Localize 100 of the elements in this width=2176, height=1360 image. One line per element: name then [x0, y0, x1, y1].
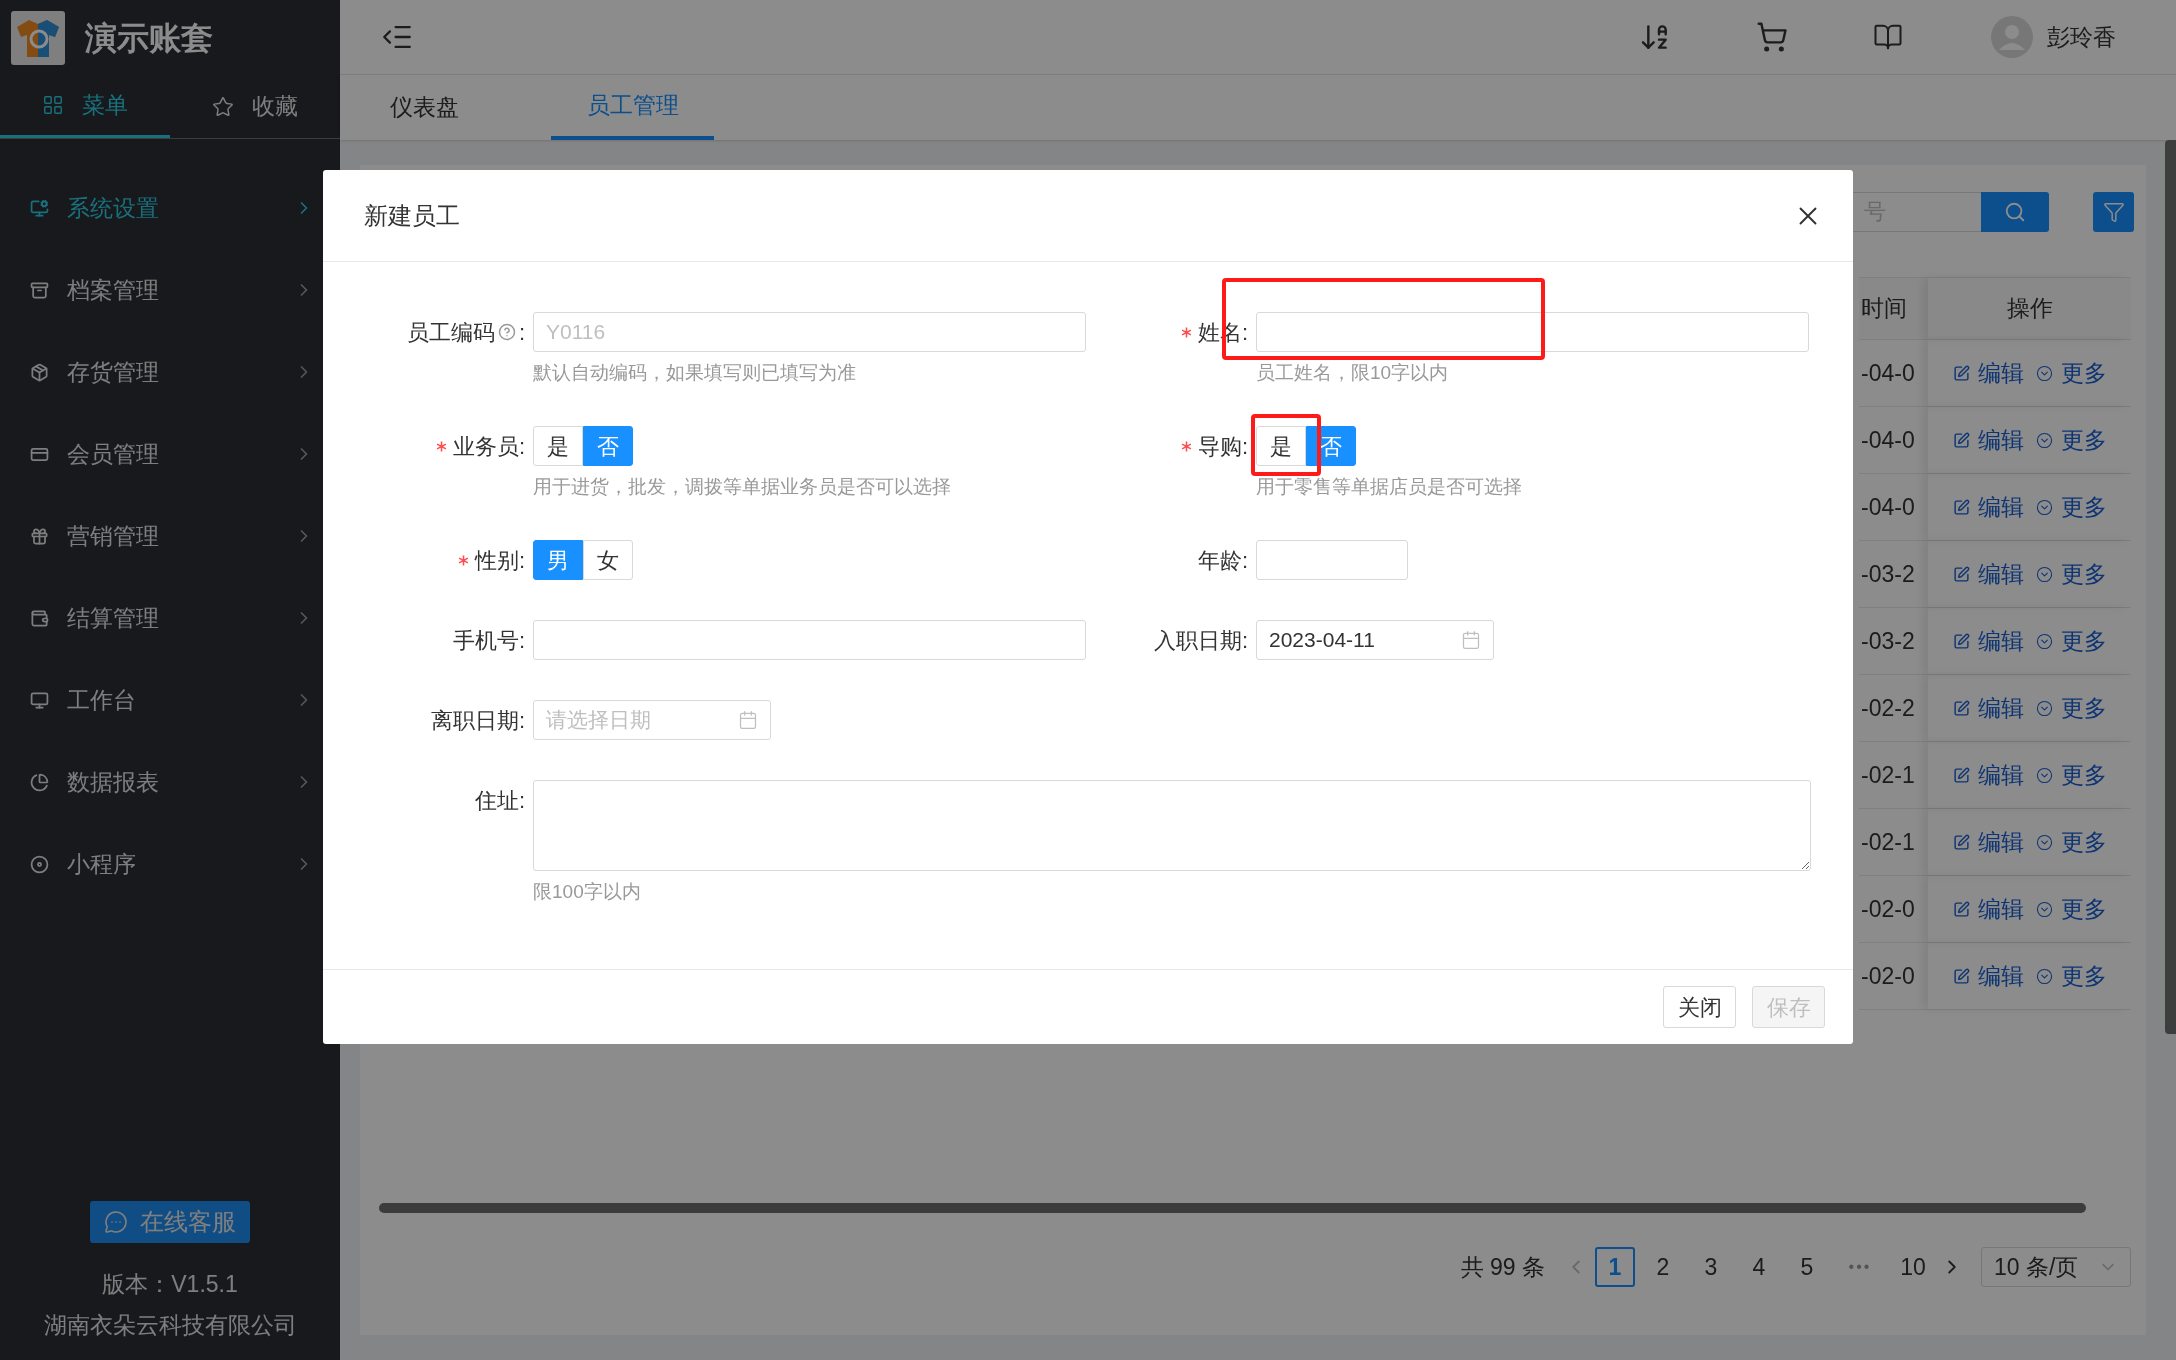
edit-icon: [1952, 766, 1970, 784]
sidebar-item[interactable]: 结算管理: [0, 577, 340, 659]
chevron-down-icon: [2035, 833, 2053, 851]
edit-link[interactable]: 编辑: [1952, 824, 2024, 860]
sidebar-item[interactable]: 工作台: [0, 659, 340, 741]
sidebar-item[interactable]: 档案管理: [0, 249, 340, 331]
sidebar-item[interactable]: 小程序: [0, 823, 340, 905]
edit-icon: [1952, 699, 1970, 717]
edit-link[interactable]: 编辑: [1952, 556, 2024, 592]
edit-icon: [1952, 431, 1970, 449]
sidebar-item[interactable]: 营销管理: [0, 495, 340, 577]
menu-item-icon: [30, 198, 49, 218]
sidebar-item[interactable]: 存货管理: [0, 331, 340, 413]
date-field[interactable]: 请选择日期: [533, 700, 771, 740]
address-field[interactable]: [533, 780, 1811, 871]
more-link[interactable]: 更多: [2035, 623, 2107, 659]
sidebar-item[interactable]: 会员管理: [0, 413, 340, 495]
text-field[interactable]: [1256, 312, 1809, 352]
toggle-option[interactable]: 是: [533, 426, 583, 466]
more-link[interactable]: 更多: [2035, 556, 2107, 592]
edit-icon: [1952, 632, 1970, 650]
annotation-frame: [1251, 414, 1321, 476]
edit-link[interactable]: 编辑: [1952, 757, 2024, 793]
menu-item-icon: [30, 362, 49, 382]
edit-icon: [1952, 498, 1970, 516]
more-link[interactable]: 更多: [2035, 422, 2107, 458]
more-link[interactable]: 更多: [2035, 489, 2107, 525]
page-number[interactable]: 4: [1739, 1247, 1779, 1287]
toggle-option[interactable]: 男: [533, 540, 583, 580]
text-field[interactable]: [533, 620, 1086, 660]
sidebar-item[interactable]: 数据报表: [0, 741, 340, 823]
page-tab[interactable]: 员工管理: [551, 75, 714, 140]
field-hint: 用于进货，批发，调拨等单据业务员是否可以选择: [533, 475, 951, 499]
page-number[interactable]: 2: [1643, 1247, 1683, 1287]
chat-icon: [104, 1210, 128, 1234]
age-field[interactable]: [1256, 540, 1408, 580]
field-label: 手机号:: [452, 626, 525, 655]
toggle-option[interactable]: 女: [583, 540, 633, 580]
page-ellipsis[interactable]: •••: [1835, 1255, 1885, 1279]
grid-icon: [42, 94, 64, 116]
edit-link[interactable]: 编辑: [1952, 422, 2024, 458]
toggle-option[interactable]: 是: [1256, 426, 1306, 466]
edit-link[interactable]: 编辑: [1952, 489, 2024, 525]
edit-link[interactable]: 编辑: [1952, 891, 2024, 927]
page-number[interactable]: 5: [1787, 1247, 1827, 1287]
toggle-option[interactable]: 否: [583, 426, 633, 466]
more-link[interactable]: 更多: [2035, 958, 2107, 994]
edit-icon: [1952, 900, 1970, 918]
table-cell-text: -04-0: [1860, 492, 1916, 522]
table-cell-text: -02-0: [1860, 894, 1916, 924]
star-icon: [212, 95, 234, 118]
chevron-down-icon: [2035, 900, 2053, 918]
page-number[interactable]: 10: [1893, 1247, 1933, 1287]
sidebar-item[interactable]: 系统设置: [0, 167, 340, 249]
sidebar-tab[interactable]: 收藏: [170, 75, 340, 138]
more-link[interactable]: 更多: [2035, 690, 2107, 726]
sidebar-tab[interactable]: 菜单: [0, 75, 170, 138]
field-hint: 限100字以内: [533, 880, 641, 904]
chevron-down-icon: [2035, 632, 2053, 650]
edit-link[interactable]: 编辑: [1952, 355, 2024, 391]
app-title: 演示账套: [85, 18, 213, 58]
filter-button[interactable]: [2093, 192, 2134, 232]
text-field[interactable]: Y0116: [533, 312, 1086, 352]
chevron-down-icon: [2035, 565, 2053, 583]
table-cell-text: -03-2: [1860, 559, 1916, 589]
menu-item-icon: [30, 280, 49, 300]
close-button[interactable]: 关闭: [1663, 986, 1736, 1028]
user-name[interactable]: 彭玲香: [2047, 19, 2116, 55]
search-button[interactable]: [1981, 192, 2049, 232]
more-link[interactable]: 更多: [2035, 355, 2107, 391]
edit-link[interactable]: 编辑: [1952, 958, 2024, 994]
field-label: 导购:: [1197, 432, 1248, 461]
table-cell-text: -04-0: [1860, 358, 1916, 388]
edit-link[interactable]: 编辑: [1952, 623, 2024, 659]
menu-item-icon: [30, 690, 49, 710]
column-header: 时间: [1860, 294, 1908, 324]
page-tab[interactable]: 仪表盘: [343, 75, 506, 140]
page-number[interactable]: 3: [1691, 1247, 1731, 1287]
table-cell-text: -02-1: [1860, 827, 1916, 857]
cart-icon[interactable]: [1756, 21, 1788, 53]
edit-link[interactable]: 编辑: [1952, 690, 2024, 726]
table-cell-text: -04-0: [1860, 425, 1916, 455]
chevron-down-icon: [2035, 498, 2053, 516]
more-link[interactable]: 更多: [2035, 824, 2107, 860]
date-field[interactable]: 2023-04-11: [1256, 620, 1494, 660]
support-button[interactable]: 在线客服: [90, 1201, 250, 1243]
menu-item-icon: [30, 608, 49, 628]
menu-item-icon: [30, 854, 49, 874]
chevron-down-icon: [2035, 431, 2053, 449]
more-link[interactable]: 更多: [2035, 891, 2107, 927]
field-label: 性别:: [474, 546, 525, 575]
page-number[interactable]: 1: [1595, 1247, 1635, 1287]
field-hint: 默认自动编码，如果填写则已填写为准: [533, 361, 856, 385]
label-colon: :: [518, 318, 525, 347]
edit-icon: [1952, 364, 1970, 382]
book-icon[interactable]: [1873, 22, 1903, 52]
toggle-option[interactable]: 否: [1306, 426, 1356, 466]
calendar-icon: [738, 710, 758, 730]
page-size-select[interactable]: 10 条/页: [1981, 1247, 2131, 1287]
more-link[interactable]: 更多: [2035, 757, 2107, 793]
